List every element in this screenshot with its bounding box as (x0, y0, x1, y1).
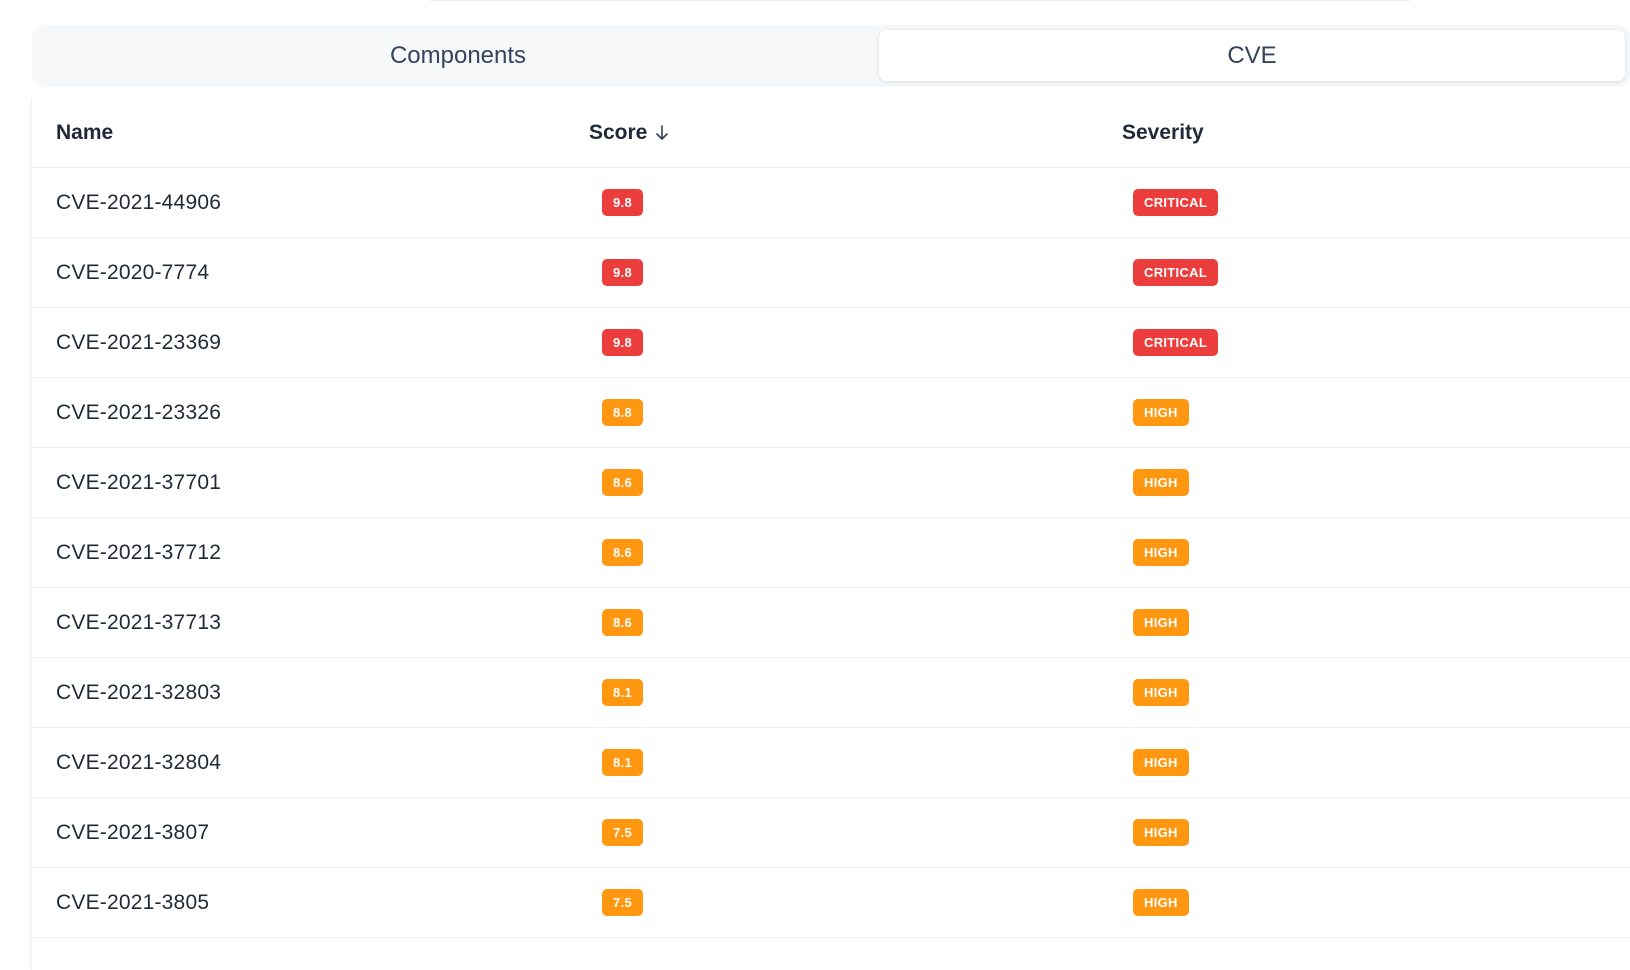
score-badge: 9.8 (602, 259, 643, 286)
score-cell: 8.8 (602, 378, 643, 447)
severity-cell: CRITICAL (1133, 308, 1219, 377)
tab-cve[interactable]: CVE (879, 30, 1625, 81)
page: Components CVE Name Score Severity CVE-2… (0, 0, 1630, 970)
severity-cell: HIGH (1133, 728, 1189, 797)
table-row[interactable]: CVE-2021-44906 9.8 CRITICAL (32, 168, 1630, 238)
score-badge: 8.6 (602, 539, 643, 566)
severity-badge: HIGH (1133, 469, 1189, 496)
score-badge: 7.5 (602, 889, 643, 916)
severity-badge: CRITICAL (1133, 329, 1219, 356)
tab-bar: Components CVE (32, 25, 1630, 87)
score-badge: 8.8 (602, 399, 643, 426)
severity-cell: HIGH (1133, 658, 1189, 727)
score-cell: 8.6 (602, 588, 643, 657)
cve-name[interactable]: CVE-2020-7774 (56, 238, 209, 307)
severity-badge: CRITICAL (1133, 259, 1219, 286)
severity-badge: CRITICAL (1133, 189, 1219, 216)
severity-badge: HIGH (1133, 819, 1189, 846)
cve-name[interactable]: CVE-2021-44906 (56, 168, 221, 237)
table-row[interactable]: CVE-2020-7774 9.8 CRITICAL (32, 238, 1630, 308)
cve-name[interactable]: CVE-2021-3805 (56, 868, 209, 937)
cve-name[interactable]: CVE-2021-32804 (56, 728, 221, 797)
cve-name[interactable]: CVE-2021-37701 (56, 448, 221, 517)
score-cell: 7.5 (602, 798, 643, 867)
score-badge: 9.8 (602, 189, 643, 216)
severity-cell: HIGH (1133, 518, 1189, 587)
severity-badge: HIGH (1133, 679, 1189, 706)
table-row[interactable]: CVE-2021-37701 8.6 HIGH (32, 448, 1630, 518)
score-badge: 7.5 (602, 819, 643, 846)
column-header-score-label: Score (589, 120, 648, 144)
score-cell: 8.6 (602, 448, 643, 517)
column-header-score[interactable]: Score (589, 98, 669, 167)
severity-cell: HIGH (1133, 588, 1189, 657)
severity-cell: HIGH (1133, 378, 1189, 447)
severity-badge: HIGH (1133, 749, 1189, 776)
score-badge: 9.8 (602, 329, 643, 356)
severity-cell: CRITICAL (1133, 168, 1219, 237)
cve-name[interactable]: CVE-2021-23326 (56, 378, 221, 447)
table-body: CVE-2021-44906 9.8 CRITICAL CVE-2020-7774 9.… (32, 168, 1630, 938)
severity-badge: HIGH (1133, 609, 1189, 636)
score-cell: 9.8 (602, 308, 643, 377)
column-header-severity[interactable]: Severity (1122, 98, 1204, 167)
score-cell: 7.5 (602, 868, 643, 937)
severity-badge: HIGH (1133, 889, 1189, 916)
cve-name[interactable]: CVE-2021-32803 (56, 658, 221, 727)
severity-cell: HIGH (1133, 868, 1189, 937)
score-cell: 8.6 (602, 518, 643, 587)
cve-table: Name Score Severity CVE-2021-44906 9.8 CRI… (31, 98, 1630, 970)
severity-cell: HIGH (1133, 798, 1189, 867)
cve-name[interactable]: CVE-2021-37713 (56, 588, 221, 657)
score-badge: 8.1 (602, 749, 643, 776)
severity-cell: HIGH (1133, 448, 1189, 517)
cve-name[interactable]: CVE-2021-37712 (56, 518, 221, 587)
score-cell: 9.8 (602, 238, 643, 307)
severity-badge: HIGH (1133, 399, 1189, 426)
divider (430, 0, 1410, 1)
table-row[interactable]: CVE-2021-37712 8.6 HIGH (32, 518, 1630, 588)
table-row[interactable]: CVE-2021-3805 7.5 HIGH (32, 868, 1630, 938)
table-row[interactable]: CVE-2021-32803 8.1 HIGH (32, 658, 1630, 728)
score-cell: 8.1 (602, 658, 643, 727)
score-badge: 8.1 (602, 679, 643, 706)
table-header: Name Score Severity (32, 98, 1630, 168)
column-header-name-label: Name (56, 120, 114, 144)
tab-components[interactable]: Components (32, 25, 884, 87)
table-row[interactable]: CVE-2021-23326 8.8 HIGH (32, 378, 1630, 448)
table-row[interactable]: CVE-2021-3807 7.5 HIGH (32, 798, 1630, 868)
table-row[interactable]: CVE-2021-23369 9.8 CRITICAL (32, 308, 1630, 378)
score-cell: 9.8 (602, 168, 643, 237)
table-row[interactable]: CVE-2021-37713 8.6 HIGH (32, 588, 1630, 658)
column-header-name[interactable]: Name (56, 98, 113, 167)
arrow-down-icon[interactable] (655, 124, 669, 142)
cve-name[interactable]: CVE-2021-3807 (56, 798, 209, 867)
column-header-severity-label: Severity (1122, 120, 1204, 144)
severity-cell: CRITICAL (1133, 238, 1219, 307)
table-row[interactable]: CVE-2021-32804 8.1 HIGH (32, 728, 1630, 798)
score-badge: 8.6 (602, 469, 643, 496)
severity-badge: HIGH (1133, 539, 1189, 566)
score-cell: 8.1 (602, 728, 643, 797)
score-badge: 8.6 (602, 609, 643, 636)
cve-name[interactable]: CVE-2021-23369 (56, 308, 221, 377)
